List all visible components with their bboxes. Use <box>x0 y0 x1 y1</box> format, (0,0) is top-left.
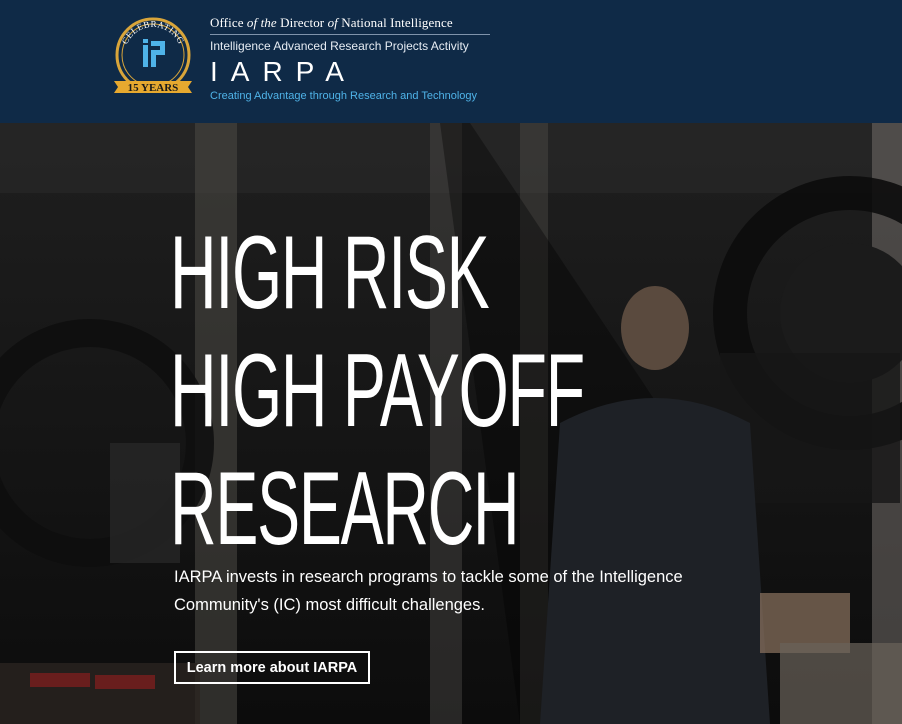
agency-full-name: Intelligence Advanced Research Projects … <box>210 39 469 53</box>
learn-more-button[interactable]: Learn more about IARPA <box>174 651 370 684</box>
hero-headline: HIGH RISK HIGH PAYOFF RESEARCH <box>170 214 585 568</box>
headline-line: HIGH RISK <box>170 215 490 331</box>
tagline: Creating Advantage through Research and … <box>210 90 478 102</box>
brand-block[interactable]: Office of the Director of National Intel… <box>210 14 500 103</box>
hero-section: HIGH RISK HIGH PAYOFF RESEARCH IARPA inv… <box>0 123 902 724</box>
hero-intro: IARPA invests in research programs to ta… <box>174 568 683 614</box>
odni-title: Office of the Director of National Intel… <box>210 15 453 30</box>
iarpa-wordmark[interactable]: IARPA <box>210 58 500 86</box>
header-divider <box>210 34 490 35</box>
badge-ribbon-text: 15 YEARS <box>128 82 179 94</box>
headline-line: RESEARCH <box>170 451 520 567</box>
celebrating-15-years-badge-icon[interactable]: CELEBRATING 15 YEARS <box>108 17 198 103</box>
site-header: CELEBRATING 15 YEARS Office of the Direc… <box>0 0 902 123</box>
headline-line: HIGH PAYOFF <box>170 333 585 449</box>
